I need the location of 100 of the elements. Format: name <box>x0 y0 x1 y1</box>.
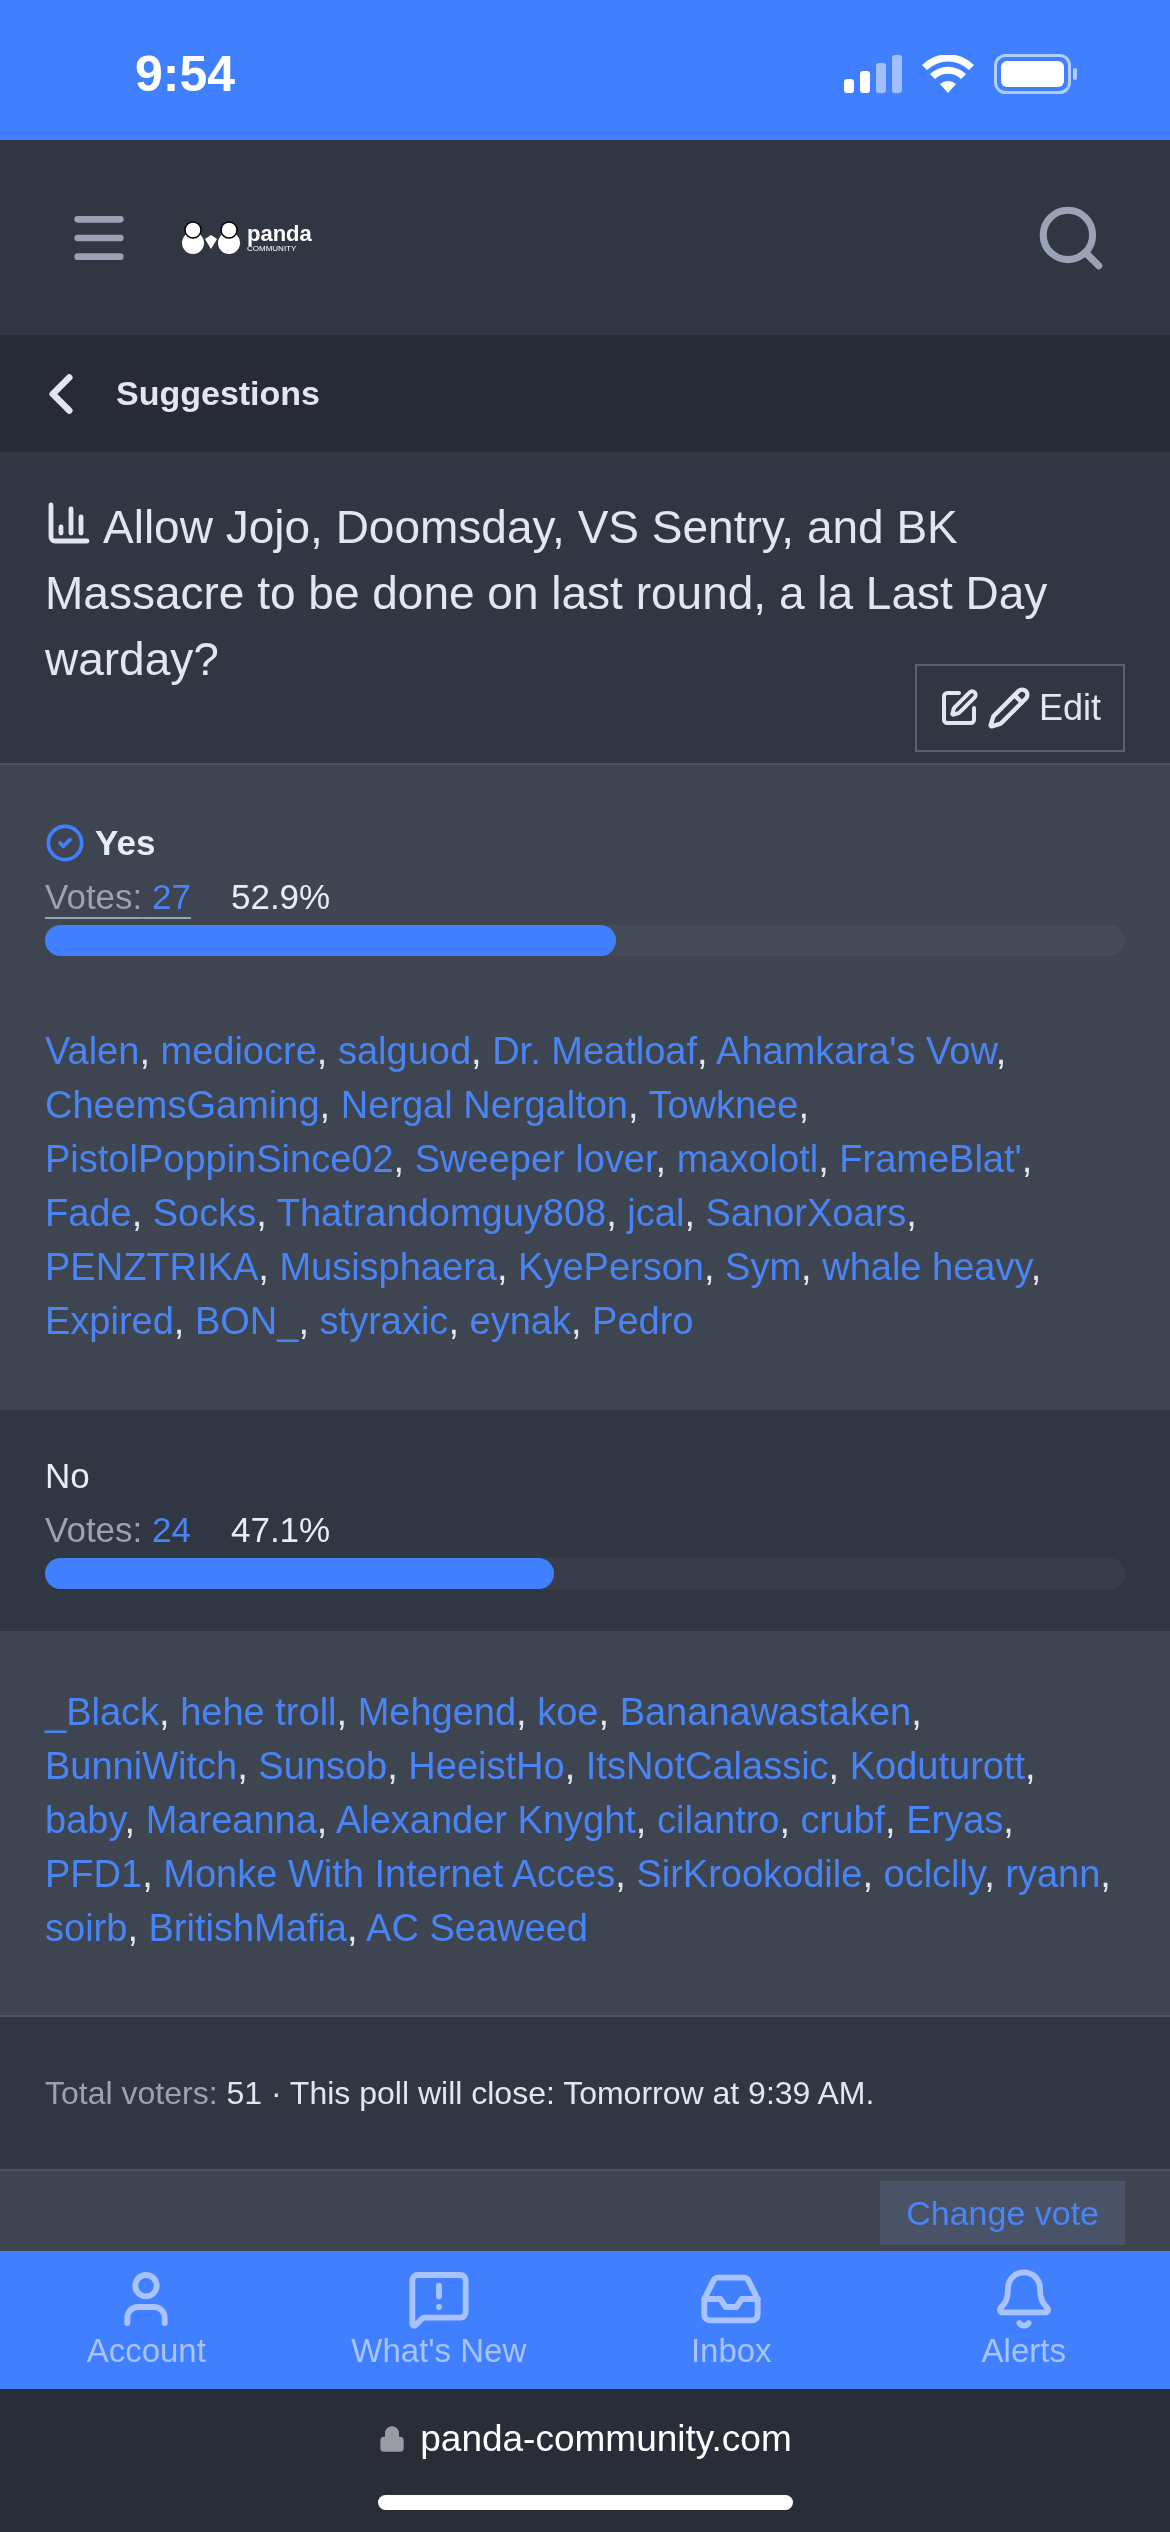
voter-link[interactable]: cilantro <box>657 1799 780 1841</box>
voter-link[interactable]: Valen <box>45 1030 140 1072</box>
separator: , <box>393 1138 405 1180</box>
voter-link[interactable]: _Black <box>45 1691 160 1733</box>
separator: , <box>516 1691 527 1733</box>
clock: 9:54 <box>135 44 236 104</box>
tab-bar-item[interactable]: Inbox <box>585 2267 878 2389</box>
separator: , <box>471 1030 482 1072</box>
voter-link[interactable]: Fade <box>45 1192 132 1234</box>
voter-link[interactable]: Bananawastaken <box>619 1691 912 1733</box>
voter-link[interactable]: KyePerson <box>518 1246 704 1288</box>
voter-link[interactable]: FrameBlat' <box>839 1138 1022 1180</box>
voter-link[interactable]: AC Seaweed <box>366 1907 588 1949</box>
separator: , <box>627 1084 639 1126</box>
voter-link[interactable]: crubf <box>800 1799 886 1841</box>
voter-link[interactable]: salguod <box>337 1030 472 1072</box>
voter-link[interactable]: Ahamkara's Vow <box>716 1030 996 1072</box>
separator: , <box>316 1799 328 1841</box>
voter-link[interactable]: HeeistHo <box>408 1745 565 1787</box>
voter-link[interactable]: Eryas <box>906 1799 1004 1841</box>
voter-link[interactable]: jcal <box>627 1192 685 1234</box>
separator: , <box>779 1799 791 1841</box>
voter-link[interactable]: Pedro <box>592 1300 694 1342</box>
voter-link[interactable]: soirb <box>45 1907 128 1949</box>
tab-bar-item[interactable]: Account <box>0 2267 293 2389</box>
separator: , <box>258 1246 269 1288</box>
voter-link[interactable]: Socks <box>152 1192 257 1234</box>
voter-link[interactable]: Dr. Meatloaf <box>492 1030 698 1072</box>
voter-link[interactable]: Sunsob <box>258 1745 388 1787</box>
url-bar[interactable]: panda-community.com <box>378 2411 792 2467</box>
separator: , <box>615 1853 626 1895</box>
voter-link[interactable]: ItsNotCalassic <box>585 1745 829 1787</box>
logo[interactable]: panda COMMUNITY <box>181 220 312 255</box>
voter-link[interactable]: Monke With Internet Acces <box>163 1853 616 1895</box>
voter-link[interactable]: PistolPoppinSince02 <box>45 1138 394 1180</box>
separator: , <box>697 1030 708 1072</box>
tab-bar-item[interactable]: Alerts <box>877 2267 1170 2389</box>
voter-link[interactable]: Sweeper lover <box>414 1138 656 1180</box>
separator: , <box>885 1799 896 1841</box>
separator: , <box>448 1300 459 1342</box>
logo-wordmark: panda <box>247 222 312 245</box>
voter-link[interactable]: styraxic <box>319 1300 449 1342</box>
votes-link[interactable]: Votes: 24 <box>45 1503 191 1557</box>
separator: , <box>570 1300 582 1342</box>
voter-link[interactable]: maxolotl <box>676 1138 819 1180</box>
voter-link[interactable]: BON_ <box>194 1300 299 1342</box>
edit-button[interactable]: Edit <box>914 664 1125 752</box>
voter-link[interactable]: whale heavy <box>822 1246 1031 1288</box>
votes-link[interactable]: Votes: 27 <box>45 870 191 924</box>
separator: , <box>818 1138 829 1180</box>
voter-link[interactable]: Expired <box>45 1300 174 1342</box>
vote-percent: 47.1% <box>230 1508 331 1551</box>
voter-link[interactable]: Koduturott <box>849 1745 1026 1787</box>
separator: , <box>298 1300 309 1342</box>
separator: , <box>906 1192 917 1234</box>
voter-link[interactable]: Towknee <box>648 1084 799 1126</box>
poll-footer-text: Total voters: 51 · This poll will close: Tomorrow at 9:39 AM. <box>45 2074 875 2113</box>
voter-link[interactable]: Nergal Nergalton <box>340 1084 628 1126</box>
vote-percent: 52.9% <box>230 875 331 918</box>
voter-link[interactable]: Thatrandomguy808 <box>276 1192 607 1234</box>
separator: , <box>911 1691 922 1733</box>
voter-link[interactable]: BunniWitch <box>45 1745 238 1787</box>
separator: , <box>131 1192 143 1234</box>
voter-link[interactable]: PFD1 <box>45 1853 143 1895</box>
separator: , <box>127 1907 138 1949</box>
separator: , <box>801 1246 812 1288</box>
separator: , <box>319 1084 331 1126</box>
voter-link[interactable]: baby <box>45 1799 125 1841</box>
voter-link[interactable]: oclclly <box>883 1853 985 1895</box>
separator: , <box>684 1192 695 1234</box>
voter-link[interactable]: hehe troll <box>180 1691 337 1733</box>
separator: , <box>606 1192 617 1234</box>
separator: , <box>159 1691 170 1733</box>
separator: , <box>635 1799 647 1841</box>
voter-link[interactable]: Sym <box>725 1246 802 1288</box>
voter-link[interactable]: ryann <box>1005 1853 1101 1895</box>
voter-link[interactable]: CheemsGaming <box>45 1084 320 1126</box>
tab-bar-item[interactable]: What's New <box>292 2267 585 2389</box>
voter-link[interactable]: PENZTRIKA <box>45 1246 259 1288</box>
separator: , <box>347 1907 358 1949</box>
separator: , <box>142 1853 153 1895</box>
breadcrumb-link[interactable]: Suggestions <box>116 368 321 419</box>
separator: , <box>1003 1799 1014 1841</box>
voter-link[interactable]: BritishMafia <box>148 1907 347 1949</box>
change-vote-button[interactable]: Change vote <box>880 2181 1125 2245</box>
voter-link[interactable]: koe <box>537 1691 599 1733</box>
voter-link[interactable]: eynak <box>469 1300 571 1342</box>
voter-link[interactable]: SirKrookodile <box>636 1853 863 1895</box>
voter-link[interactable]: Alexander Knyght <box>335 1799 636 1841</box>
voter-link[interactable]: SanorXoars <box>705 1192 907 1234</box>
separator: , <box>139 1030 150 1072</box>
separator: , <box>316 1030 328 1072</box>
voter-link[interactable]: mediocre <box>160 1030 317 1072</box>
separator: , <box>173 1300 185 1342</box>
voter-link[interactable]: Mehgend <box>357 1691 517 1733</box>
voter-link[interactable]: Mareanna <box>145 1799 317 1841</box>
separator: , <box>984 1853 995 1895</box>
voter-link[interactable]: Musisphaera <box>279 1246 497 1288</box>
option-label: Yes <box>95 821 156 864</box>
separator: , <box>564 1745 576 1787</box>
